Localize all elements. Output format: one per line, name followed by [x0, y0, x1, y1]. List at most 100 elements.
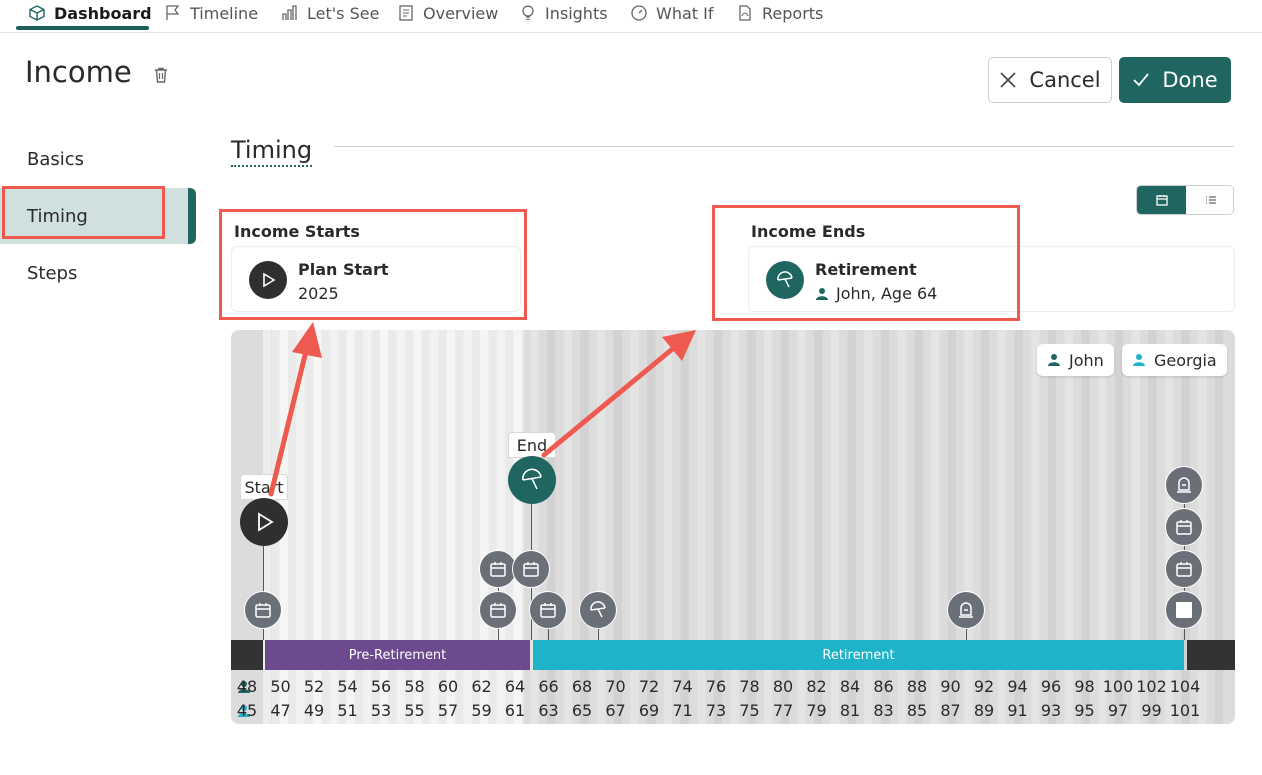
- john-age-label: 72: [638, 677, 660, 696]
- square-icon: [1176, 602, 1192, 618]
- john-age-label: 98: [1074, 677, 1095, 696]
- list-view-button[interactable]: [1186, 186, 1233, 214]
- check-icon: [1133, 73, 1150, 87]
- top-nav: Dashboard Timeline Let's See Overview In…: [0, 0, 1262, 33]
- john-age-label: 70: [605, 677, 626, 696]
- john-age-label: 74: [672, 677, 693, 696]
- close-icon: [1000, 72, 1016, 88]
- cancel-button[interactable]: Cancel: [988, 57, 1112, 103]
- tab-what-if[interactable]: What If: [630, 0, 713, 26]
- john-age-label: 66: [538, 677, 559, 696]
- event-stem: [598, 628, 599, 640]
- umbrella-icon: [590, 601, 606, 618]
- georgia-age-label: 63: [538, 701, 559, 720]
- georgia-age-label: 73: [705, 701, 727, 720]
- event-marker[interactable]: [1165, 550, 1203, 588]
- calendar-icon: [490, 562, 506, 577]
- lightbulb-icon: [522, 5, 534, 21]
- section-divider: [334, 146, 1234, 147]
- end-tag: End: [508, 432, 556, 458]
- sidebar-item-steps[interactable]: Steps: [27, 263, 77, 284]
- event-marker[interactable]: [1165, 466, 1203, 504]
- john-age-label: 68: [571, 677, 593, 696]
- document-icon: [399, 5, 413, 21]
- event-marker[interactable]: [479, 591, 517, 629]
- event-marker[interactable]: [1165, 508, 1203, 546]
- umbrella-icon: [522, 468, 542, 490]
- georgia-age-label: 77: [772, 701, 794, 720]
- john-age-label: 88: [906, 677, 928, 696]
- john-age-label: 100: [1102, 677, 1134, 696]
- georgia-age-label: 97: [1107, 701, 1129, 720]
- john-age-label: 94: [1007, 677, 1028, 696]
- georgia-age-label: 87: [940, 701, 961, 720]
- georgia-age-label: 47: [270, 701, 291, 720]
- georgia-age-label: 59: [471, 701, 492, 720]
- event-marker[interactable]: [529, 591, 567, 629]
- john-age-label: 80: [772, 677, 794, 696]
- georgia-age-label: 49: [303, 701, 325, 720]
- person-filter-georgia[interactable]: Georgia: [1122, 344, 1227, 376]
- john-age-label: 48: [236, 677, 258, 696]
- georgia-age-label: 69: [638, 701, 660, 720]
- john-age-label: 76: [705, 677, 727, 696]
- john-age-label: 78: [739, 677, 760, 696]
- john-age-label: 90: [940, 677, 961, 696]
- john-age-label: 92: [973, 677, 995, 696]
- event-marker[interactable]: [947, 591, 985, 629]
- john-age-label: 102: [1136, 677, 1167, 696]
- bar-chart-icon: [282, 5, 297, 20]
- pre-plan-band: [231, 640, 263, 670]
- flag-icon: [166, 5, 180, 20]
- calendar-icon: [1176, 562, 1192, 577]
- tombstone-icon: [1177, 477, 1191, 493]
- georgia-age-label: 57: [437, 701, 459, 720]
- tab-reports[interactable]: Reports: [736, 0, 823, 26]
- john-age-label: 58: [404, 677, 425, 696]
- calendar-icon: [490, 603, 506, 618]
- georgia-age-label: 51: [337, 701, 358, 720]
- john-age-label: 82: [806, 677, 827, 696]
- person-icon: [1048, 354, 1060, 366]
- tab-overview[interactable]: Overview: [397, 0, 498, 26]
- start-tag: Start: [240, 474, 288, 500]
- georgia-age-label: 45: [236, 701, 258, 720]
- event-stem: [966, 628, 967, 640]
- start-marker[interactable]: [240, 498, 288, 546]
- event-marker[interactable]: [512, 550, 550, 588]
- tab-lets-see[interactable]: Let's See: [281, 0, 379, 26]
- highlight-box-income-ends: [712, 205, 1020, 321]
- calendar-icon: [1155, 195, 1168, 206]
- event-marker[interactable]: [244, 591, 282, 629]
- calendar-icon: [540, 603, 556, 618]
- georgia-age-label: 65: [571, 701, 593, 720]
- john-age-label: 56: [370, 677, 392, 696]
- calendar-icon: [523, 562, 539, 577]
- georgia-age-label: 91: [1007, 701, 1028, 720]
- sidebar-item-basics[interactable]: Basics: [27, 149, 84, 170]
- trash-icon[interactable]: [152, 66, 170, 84]
- event-marker[interactable]: [1165, 591, 1203, 629]
- georgia-age-label: 55: [404, 701, 425, 720]
- post-plan-band: [1187, 640, 1235, 670]
- georgia-age-label: 67: [605, 701, 626, 720]
- tab-insights[interactable]: Insights: [519, 0, 608, 26]
- done-button[interactable]: Done: [1119, 57, 1231, 103]
- calendar-view-button[interactable]: [1137, 186, 1186, 214]
- person-filter-john[interactable]: John: [1037, 344, 1114, 376]
- highlight-box-timing: [2, 186, 165, 239]
- calendar-icon: [1176, 520, 1192, 535]
- box-icon: [29, 5, 45, 21]
- john-age-label: 96: [1040, 677, 1062, 696]
- georgia-age-label: 95: [1074, 701, 1095, 720]
- tab-timeline[interactable]: Timeline: [164, 0, 258, 26]
- end-marker[interactable]: [508, 456, 556, 504]
- event-marker[interactable]: [579, 591, 617, 629]
- john-age-label: 62: [471, 677, 492, 696]
- tab-dashboard[interactable]: Dashboard: [28, 0, 152, 26]
- john-age-label: 54: [337, 677, 358, 696]
- john-age-label: 60: [437, 677, 459, 696]
- georgia-age-label: 61: [504, 701, 526, 720]
- georgia-age-label: 81: [839, 701, 861, 720]
- play-icon: [258, 512, 274, 532]
